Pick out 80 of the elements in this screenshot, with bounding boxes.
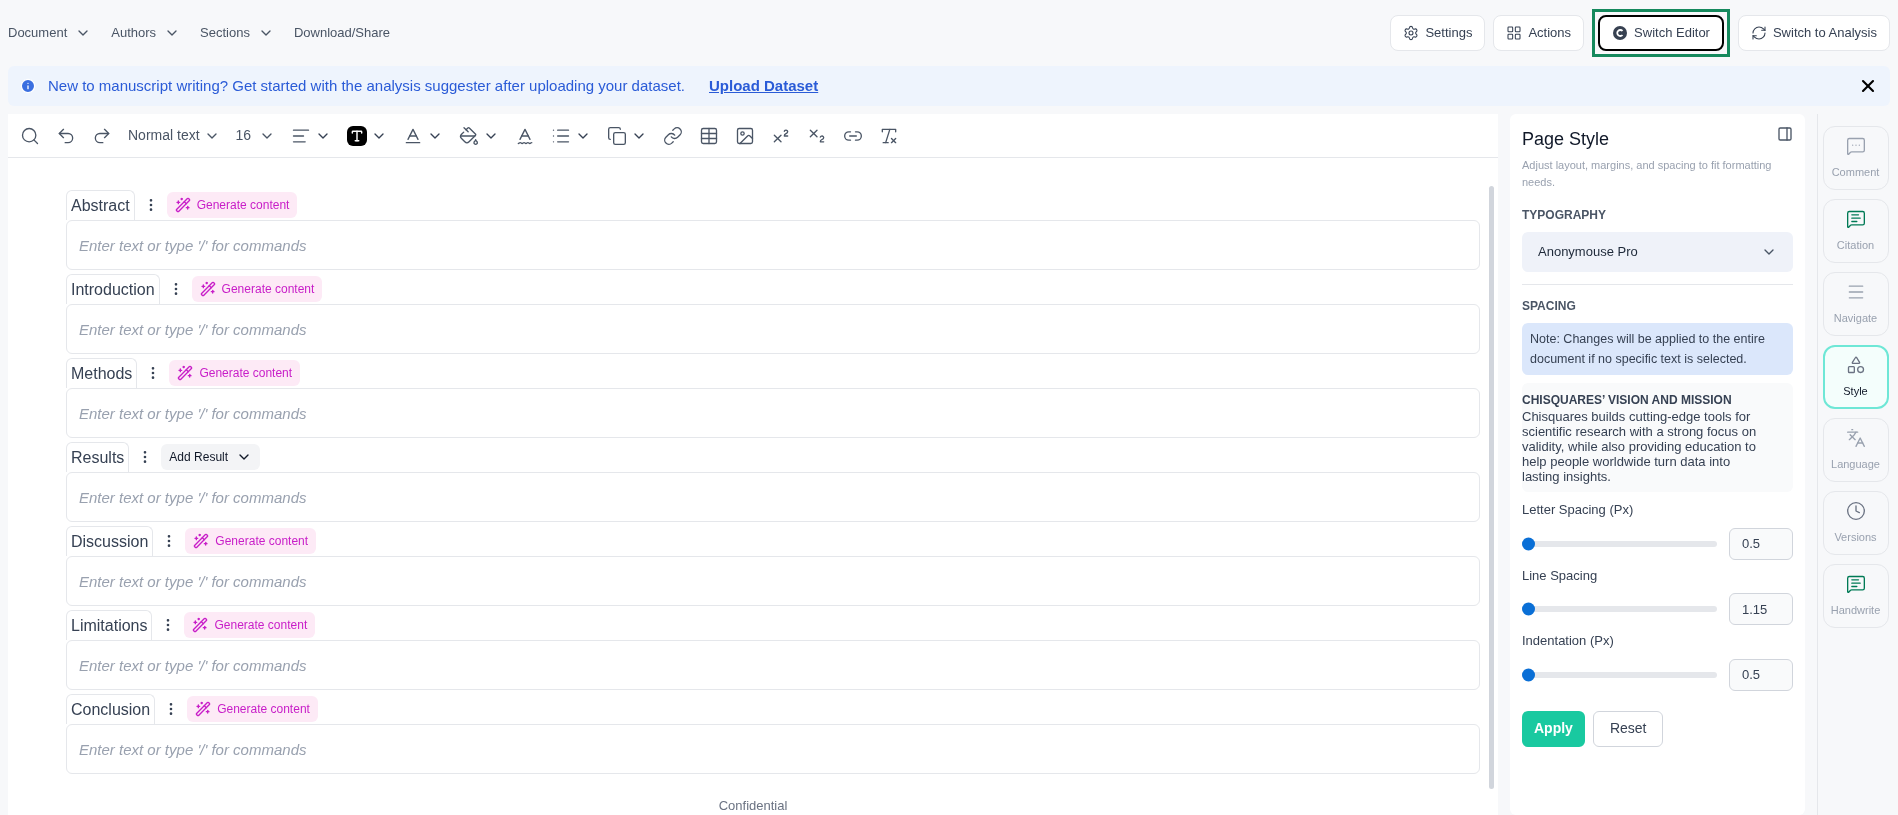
section-text-field[interactable]: Enter text or type '/' for commands <box>66 556 1480 606</box>
vision-text: Chisquares builds cutting-edge tools for scientific research with a strong focus on validity, while also providing education to help people worldwide turn data into lasting insights. <box>1522 409 1758 484</box>
speech-bubble-icon <box>1845 573 1866 594</box>
toolbar-button[interactable]: Actions <box>1493 15 1585 51</box>
gear-icon <box>1403 25 1420 41</box>
magic-wand-icon <box>195 701 212 717</box>
magic-wand-icon <box>193 533 210 549</box>
toolbar-button[interactable]: Switch Editor <box>1598 15 1724 51</box>
slider-label: Letter Spacing (Px) <box>1522 501 1635 519</box>
shapes-icon <box>1845 354 1866 375</box>
toolbar-button[interactable]: Settings <box>1390 15 1486 51</box>
generate-content-button[interactable]: Generate content <box>166 192 298 218</box>
slider-label: Line Spacing <box>1522 566 1599 585</box>
speech-bubble-icon <box>1845 208 1866 229</box>
generate-content-button[interactable]: Generate content <box>185 528 317 554</box>
magic-wand-icon <box>177 365 194 381</box>
menu-item[interactable]: Authors <box>111 23 181 43</box>
magic-wand-icon <box>192 617 209 633</box>
upload-dataset-link[interactable]: Upload Dataset <box>709 74 819 98</box>
section-title: Conclusion <box>66 694 156 724</box>
section-title: Introduction <box>66 274 160 304</box>
font-select[interactable]: Anonymouse Pro <box>1522 232 1793 272</box>
note-box: Note: Changes will be applied to the entire document if no specific text is selected. <box>1522 323 1793 375</box>
slider-label: Indentation (Px) <box>1522 632 1615 650</box>
reset-button[interactable]: Reset <box>1592 710 1664 747</box>
text-style-dropdown[interactable]: Normal text <box>128 125 220 146</box>
section-title: Abstract <box>66 190 135 220</box>
vision-title: CHISQUARES’ VISION AND MISSION <box>1522 392 1733 409</box>
menu-item[interactable]: Download/Share <box>293 23 391 43</box>
section-title: Methods <box>66 358 138 388</box>
value-field[interactable]: 0.5 <box>1729 527 1793 560</box>
add-result-dropdown[interactable]: Add Result <box>161 444 261 470</box>
magic-wand-icon <box>199 281 216 297</box>
menu-item[interactable]: Document <box>8 23 92 43</box>
magic-wand-icon <box>174 197 191 213</box>
clock-icon <box>1845 500 1866 521</box>
slider-thumb[interactable] <box>1522 602 1535 616</box>
generate-content-button[interactable]: Generate content <box>191 276 323 302</box>
section-title: Limitations <box>66 610 153 640</box>
text-style-icon[interactable] <box>347 125 368 146</box>
translate-icon <box>1845 427 1866 448</box>
refresh-icon <box>1750 25 1767 41</box>
section-text-field[interactable]: Enter text or type '/' for commands <box>66 724 1480 774</box>
menu-item[interactable]: Sections <box>200 23 274 43</box>
section-text-field[interactable]: Enter text or type '/' for commands <box>66 640 1480 690</box>
generate-content-button[interactable]: Generate content <box>169 360 301 386</box>
copy-icon[interactable] <box>607 125 628 146</box>
scrollbar[interactable] <box>1489 186 1494 789</box>
table-icon[interactable] <box>699 125 720 146</box>
link-icon[interactable] <box>663 125 684 146</box>
section-text-field[interactable]: Enter text or type '/' for commands <box>66 472 1480 522</box>
section-title: Results <box>66 442 130 472</box>
font-size-dropdown[interactable]: 16 <box>235 125 276 146</box>
slider-track[interactable] <box>1522 671 1717 678</box>
search-icon[interactable] <box>20 125 40 146</box>
panel-toggle-icon[interactable] <box>1777 126 1793 142</box>
generate-content-button[interactable]: Generate content <box>184 612 316 638</box>
toolbar-button[interactable]: Switch to Analysis <box>1737 15 1890 51</box>
paint-bucket-icon[interactable] <box>459 125 480 146</box>
section-text-field[interactable]: Enter text or type '/' for commands <box>66 304 1480 354</box>
section-title: Discussion <box>66 526 154 556</box>
generate-content-button[interactable]: Generate content <box>187 696 318 722</box>
circle-logo-icon <box>1612 25 1629 41</box>
section-text-field[interactable]: Enter text or type '/' for commands <box>66 220 1480 270</box>
value-field[interactable]: 1.15 <box>1729 593 1793 625</box>
banner-message: New to manuscript writing? Get started with the analysis suggester after uploading your dataset. <box>48 75 685 96</box>
grid-icon <box>1506 25 1523 41</box>
panel-title: Page Style <box>1522 128 1610 151</box>
slider-track[interactable] <box>1522 540 1717 547</box>
comment-icon <box>1845 135 1866 156</box>
slider-thumb[interactable] <box>1522 537 1535 550</box>
spacing-label: SPACING <box>1522 298 1577 315</box>
image-icon[interactable] <box>735 125 756 146</box>
info-icon <box>20 78 36 94</box>
typography-label: TYPOGRAPHY <box>1522 207 1607 224</box>
panel-subtitle: Adjust layout, margins, and spacing to fit formatting needs. <box>1522 158 1773 190</box>
value-field[interactable]: 0.5 <box>1729 658 1793 691</box>
section-text-field[interactable]: Enter text or type '/' for commands <box>66 388 1480 438</box>
side-tab[interactable]: Style <box>1822 345 1889 409</box>
slider-thumb[interactable] <box>1522 668 1535 681</box>
